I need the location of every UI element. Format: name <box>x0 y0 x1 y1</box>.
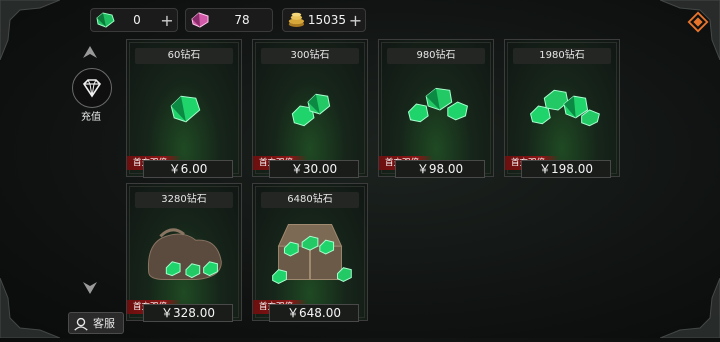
headset-icon <box>74 317 88 331</box>
currency-pink-value: 78 <box>234 13 250 27</box>
nav-up-arrow-icon[interactable] <box>82 44 98 58</box>
product-title: 1980钻石 <box>513 48 611 64</box>
nav-down-arrow-icon[interactable] <box>82 280 98 294</box>
price-button[interactable]: ￥98.00 <box>395 160 485 178</box>
customer-service-button[interactable]: 客服 <box>68 312 124 334</box>
recharge-button[interactable] <box>72 68 112 108</box>
pink-gem-icon <box>188 8 212 32</box>
customer-service-label: 客服 <box>93 317 115 330</box>
corner-ornament-bottom-left <box>0 277 61 339</box>
add-gold-button[interactable]: + <box>346 11 365 30</box>
menu-close-icon[interactable] <box>686 10 710 34</box>
price-button[interactable]: ￥198.00 <box>521 160 611 178</box>
product-title: 3280钻石 <box>135 192 233 208</box>
product-title: 6480钻石 <box>261 192 359 208</box>
product-card-3280[interactable]: 3280钻石 首充双倍 ￥328.00 <box>126 183 242 322</box>
price-button[interactable]: ￥6.00 <box>143 160 233 178</box>
corner-ornament-top-left <box>0 0 61 61</box>
currency-green-gems: 0 + <box>90 8 178 32</box>
currency-gold-value: 15035 <box>307 13 346 27</box>
currency-green-value: 0 <box>133 13 141 27</box>
product-title: 980钻石 <box>387 48 485 64</box>
product-card-1980[interactable]: 1980钻石 首充双倍 ￥198.00 <box>504 39 620 178</box>
price-button[interactable]: ￥30.00 <box>269 160 359 178</box>
diamond-icon <box>82 79 102 98</box>
corner-ornament-bottom-right <box>659 277 720 339</box>
gem-bag-icon <box>127 212 241 292</box>
gem-single-icon <box>127 68 241 148</box>
add-green-gems-button[interactable]: + <box>157 11 177 30</box>
gem-pile-icon <box>505 68 619 148</box>
gold-coins-icon <box>285 8 308 32</box>
price-button[interactable]: ￥328.00 <box>143 304 233 322</box>
price-button[interactable]: ￥648.00 <box>269 304 359 322</box>
currency-pink-gems: 78 <box>185 8 273 32</box>
gem-cluster-icon <box>379 68 493 148</box>
gem-pair-icon <box>253 68 367 148</box>
product-title: 300钻石 <box>261 48 359 64</box>
product-card-980[interactable]: 980钻石 首充双倍 ￥98.00 <box>378 39 494 178</box>
recharge-label: 充值 <box>81 112 101 123</box>
green-gem-icon <box>93 8 117 32</box>
product-title: 60钻石 <box>135 48 233 64</box>
product-card-300[interactable]: 300钻石 首充双倍 ￥30.00 <box>252 39 368 178</box>
product-card-60[interactable]: 60钻石 首充双倍 ￥6.00 <box>126 39 242 178</box>
product-card-6480[interactable]: 6480钻石 首充双倍 ￥648.00 <box>252 183 368 322</box>
gem-chest-icon <box>253 212 367 292</box>
currency-gold-coins: 15035 + <box>282 8 366 32</box>
